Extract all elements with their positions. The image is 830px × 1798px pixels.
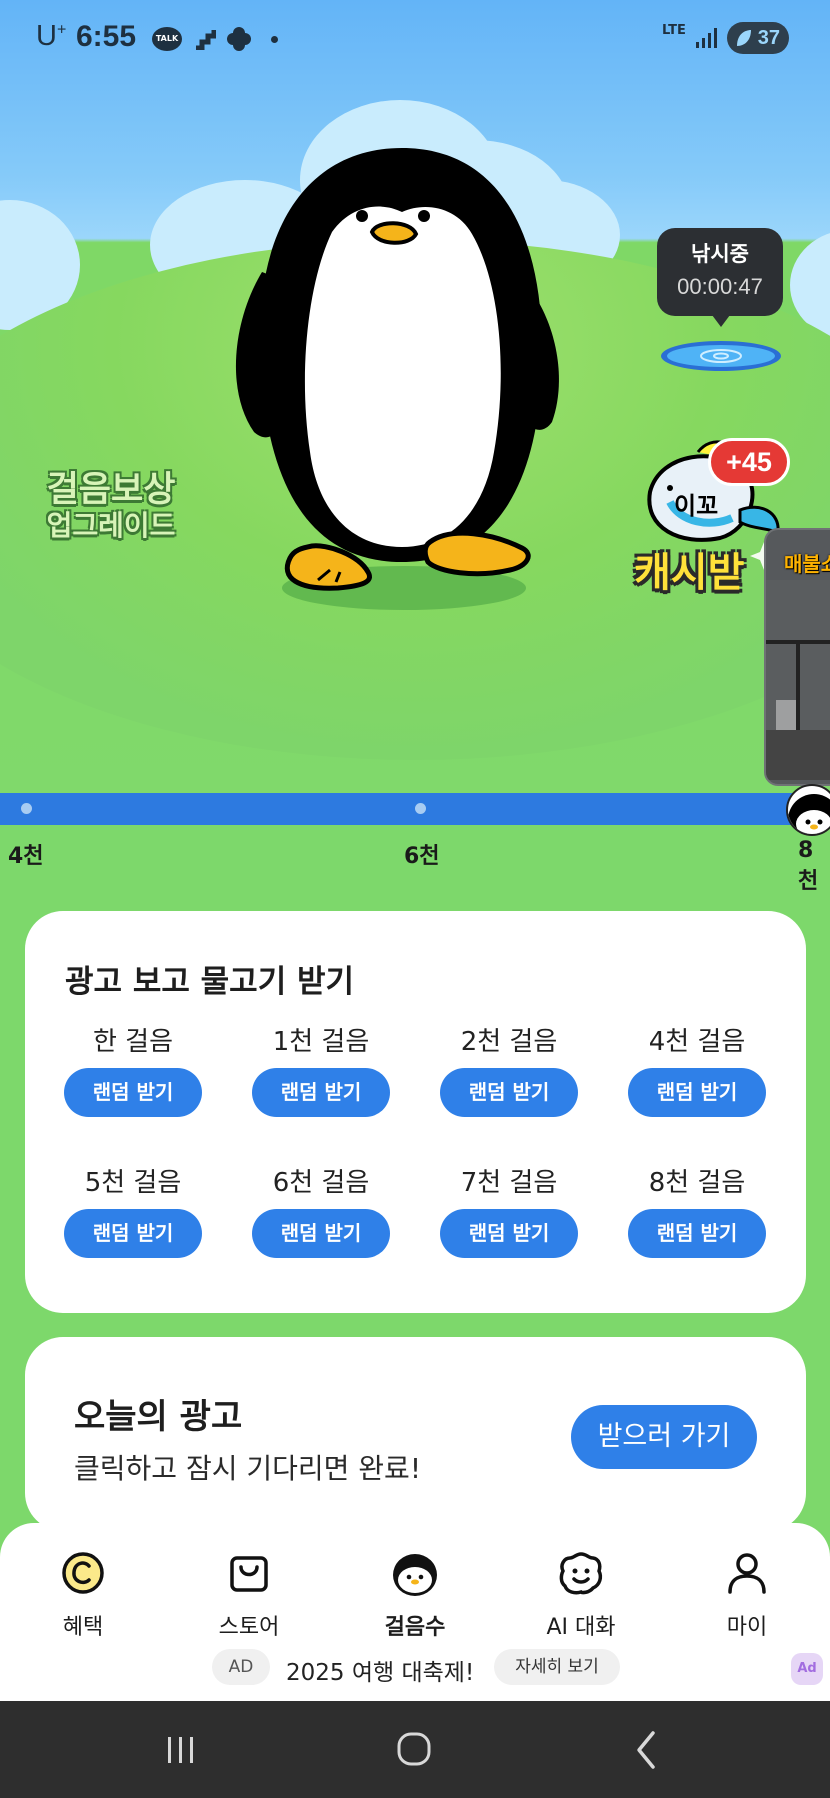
random-reward-button[interactable]: 랜덤 받기 [628,1068,766,1117]
reward-cell: 4천 걸음 랜덤 받기 [628,1024,766,1117]
step-threshold-label: 5천 걸음 [84,1168,182,1198]
nav-label: 걸음수 [384,1615,446,1640]
fishing-title: 낚시중 [691,242,749,266]
today-ad-subtitle: 클릭하고 잠시 기다리면 완료! [74,1452,422,1485]
cash-receive-label[interactable]: 캐시받 [634,540,744,598]
fish-text: 이꼬 [674,492,718,520]
video-title: 매불쇼 [784,552,830,576]
random-reward-button[interactable]: 랜덤 받기 [64,1209,202,1258]
step-threshold-label: 7천 걸음 [460,1168,558,1198]
recent-apps-icon[interactable] [151,1725,211,1775]
go-receive-button[interactable]: 받으러 가기 [571,1405,757,1469]
reward-cell: 8천 걸음 랜덤 받기 [628,1165,766,1258]
person-icon [728,1553,766,1594]
step-threshold-label: 8천 걸음 [648,1168,746,1198]
step-progress-bar [0,793,830,825]
nav-label: 혜택 [62,1615,104,1640]
fishing-pond[interactable] [660,340,782,372]
step-reward-upgrade-button[interactable]: 걸음보상 업그레이드 [36,472,186,540]
upgrade-line1: 걸음보상 [46,470,176,510]
reward-cell: 2천 걸음 랜덤 받기 [440,1024,578,1117]
nav-item-ai-chat[interactable]: AI 대화 [521,1549,641,1641]
nav-item-benefits[interactable]: 혜택 [23,1549,143,1641]
status-bar: U+ 6:55 TALK LTE 37 [0,0,830,78]
back-icon[interactable] [617,1725,677,1775]
milestone-label: 8천 [798,838,819,894]
milestone-dot [415,803,426,814]
nav-item-my[interactable]: 마이 [687,1549,807,1641]
random-reward-button[interactable]: 랜덤 받기 [440,1209,578,1258]
ad-choices-icon[interactable]: Ad [791,1653,823,1685]
ad-fish-reward-card: 광고 보고 물고기 받기 한 걸음 랜덤 받기 1천 걸음 랜덤 받기 2천 걸… [25,911,806,1313]
clock: 6:55 [76,20,137,53]
penguin-character[interactable] [232,142,572,617]
nav-label: AI 대화 [546,1615,616,1640]
stairs-icon [196,30,216,50]
nav-label: 마이 [726,1615,768,1640]
nav-label: 스토어 [218,1615,280,1640]
reward-cell: 6천 걸음 랜덤 받기 [252,1165,390,1258]
battery-indicator: 37 [727,22,789,54]
more-notifications-dot [271,36,278,43]
video-thumbnail [766,580,830,780]
chat-face-icon [559,1552,603,1595]
upgrade-line2: 업그레이드 [46,508,176,542]
nav-item-steps[interactable]: 걸음수 [355,1549,475,1641]
network-type: LTE [662,23,686,38]
signal-icon [696,28,717,48]
reward-cell: 5천 걸음 랜덤 받기 [64,1165,202,1258]
random-reward-button[interactable]: 랜덤 받기 [252,1209,390,1258]
ad-tag: AD [212,1649,270,1685]
ad-text[interactable]: 2025 여행 대축제! [286,1653,474,1687]
fishing-timer: 00:00:47 [677,274,763,299]
fishing-status-bubble[interactable]: 낚시중 00:00:47 [657,228,783,327]
milestone-label: 4천 [8,844,44,869]
random-reward-button[interactable]: 랜덤 받기 [440,1068,578,1117]
step-threshold-label: 4천 걸음 [648,1027,746,1057]
shopping-bag-icon [230,1556,268,1592]
today-ad-card[interactable]: 오늘의 광고 클릭하고 잠시 기다리면 완료! 받으러 가기 [25,1337,806,1531]
bottom-navigation: 혜택 스토어 걸음수 AI 대화 마이 AD 2025 여행 대축제! 자세히 … [0,1523,830,1703]
talk-notification-icon: TALK [152,27,182,51]
clover-icon [227,27,251,51]
today-ad-title: 오늘의 광고 [74,1397,243,1437]
step-threshold-label: 6천 걸음 [272,1168,370,1198]
coin-icon [62,1552,104,1594]
random-reward-button[interactable]: 랜덤 받기 [64,1068,202,1117]
reward-cell: 1천 걸음 랜덤 받기 [252,1024,390,1117]
progress-penguin-avatar [786,784,830,836]
step-threshold-label: 1천 걸음 [272,1027,370,1057]
home-icon[interactable] [384,1725,444,1775]
leaf-icon [737,30,751,46]
banner-ad-row[interactable]: AD 2025 여행 대축제! 자세히 보기 Ad [0,1649,830,1687]
penguin-icon [393,1554,437,1596]
ad-detail-button[interactable]: 자세히 보기 [494,1649,620,1685]
random-reward-button[interactable]: 랜덤 받기 [252,1068,390,1117]
reward-cell: 7천 걸음 랜덤 받기 [440,1165,578,1258]
cash-bonus-badge: +45 [708,438,790,486]
system-navigation-bar [0,1701,830,1798]
floating-video-preview[interactable]: 매불쇼 [764,528,830,786]
step-threshold-label: 2천 걸음 [460,1027,558,1057]
step-threshold-label: 한 걸음 [92,1027,174,1057]
milestone-label: 6천 [404,844,440,869]
nav-item-store[interactable]: 스토어 [189,1549,309,1641]
random-reward-button[interactable]: 랜덤 받기 [628,1209,766,1258]
milestone-dot [21,803,32,814]
carrier-label: U+ [36,20,67,52]
reward-cell: 한 걸음 랜덤 받기 [64,1024,202,1117]
card-title: 광고 보고 물고기 받기 [65,964,355,1000]
